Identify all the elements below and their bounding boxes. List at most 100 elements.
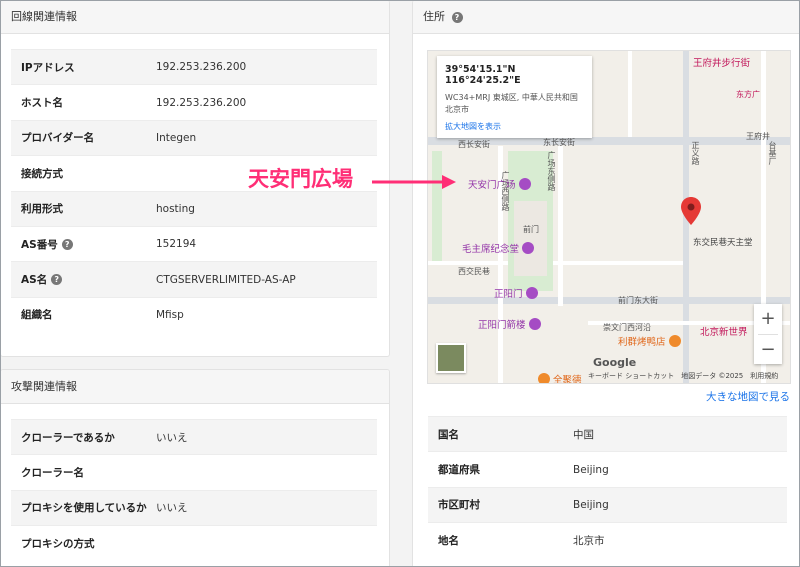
- map-label: 台基厂: [768, 141, 777, 165]
- restaurant-icon: [668, 335, 681, 347]
- map-poi[interactable]: 毛主席纪念堂: [462, 241, 535, 255]
- landmark-icon: [522, 242, 535, 254]
- address-title-bar: 住所 ?: [413, 0, 799, 34]
- google-logo: Google: [593, 356, 637, 369]
- row-value: 192.253.236.200: [156, 61, 247, 74]
- map-road: [428, 261, 683, 265]
- row-value: 152194: [156, 238, 197, 251]
- map-label: 前门东大街: [618, 296, 658, 305]
- annotation-label: 天安門広場: [248, 167, 353, 191]
- map-label: 东长安街: [543, 138, 575, 147]
- row-value: いいえ: [156, 431, 188, 444]
- map-poi[interactable]: 全聚德: [538, 372, 582, 383]
- landmark-icon: [528, 318, 541, 330]
- network-info-title: 回線関連情報: [1, 0, 389, 34]
- map-label: 西长安街: [458, 140, 490, 149]
- table-row: AS番号? 152194: [11, 225, 377, 261]
- row-value: Beijing: [573, 463, 609, 476]
- map-label: 东方广: [736, 90, 760, 99]
- row-key: 市区町村: [438, 499, 480, 512]
- row-key: IPアドレス: [21, 61, 75, 74]
- restaurant-icon: [538, 373, 550, 383]
- annotation-arrow-icon: [372, 175, 456, 189]
- map-poi[interactable]: 正阳门箭楼: [478, 317, 541, 331]
- row-value: 192.253.236.200: [156, 96, 247, 109]
- table-row: プロバイダー名 Integen: [11, 119, 377, 156]
- landmark-icon: [525, 287, 538, 299]
- row-key: プロバイダー名: [21, 132, 95, 145]
- landmark-icon: [518, 178, 531, 190]
- attack-info-card: 攻撃関連情報 クローラーであるか いいえ クローラー名 プロキシを使用しているか…: [0, 369, 390, 567]
- enlarge-map-link[interactable]: 拡大地図を表示: [445, 121, 501, 132]
- table-row: 国名 中国: [428, 416, 787, 452]
- map-poi[interactable]: 利群烤鸭店: [618, 334, 681, 348]
- coordinates-text: 39°54'15.1"N 116°24'25.2"E: [445, 64, 521, 86]
- address-table: 国名 中国 都道府県 Beijing 市区町村 Beijing 地名 北京市: [428, 416, 787, 558]
- big-map-link[interactable]: 大きな地図で見る: [706, 389, 790, 404]
- map-poi[interactable]: 天安门广场: [468, 177, 531, 191]
- map-poi: 王府井步行街: [693, 58, 751, 69]
- row-value: hosting: [156, 202, 195, 215]
- zoom-control: + −: [754, 304, 782, 364]
- row-key: 都道府県: [438, 464, 480, 477]
- row-key: 利用形式: [21, 203, 63, 216]
- question-circle-icon[interactable]: ?: [451, 11, 463, 23]
- row-key: 組織名: [21, 309, 53, 322]
- table-row: クローラー名: [11, 454, 377, 489]
- map-poi[interactable]: 北京新世界: [700, 324, 748, 338]
- map-plaza: [514, 201, 547, 276]
- row-value: Integen: [156, 131, 197, 144]
- map-label: 西交民巷: [458, 267, 490, 276]
- map-embed[interactable]: 西长安街 东长安街 前门 西交民巷 前门东大街 崇文门西河沿 东交民巷天主堂 王…: [427, 50, 791, 384]
- row-value: 北京市: [573, 534, 605, 547]
- table-row: 利用形式 hosting: [11, 190, 377, 226]
- row-key: プロキシを使用しているか: [21, 502, 147, 515]
- map-poi[interactable]: 正阳门: [494, 286, 538, 300]
- row-key: クローラー名: [21, 467, 84, 480]
- row-key: プロキシの方式: [21, 537, 95, 550]
- plus-code-line: 北京市: [445, 105, 469, 114]
- row-value: いいえ: [156, 502, 188, 515]
- plus-code-line: WC34+MRJ 東城区, 中華人民共和国: [445, 93, 578, 102]
- attack-info-table: クローラーであるか いいえ クローラー名 プロキシを使用しているか いいえ プロ…: [11, 419, 377, 561]
- satellite-toggle[interactable]: [436, 343, 466, 373]
- question-circle-icon[interactable]: ?: [51, 274, 63, 286]
- table-row: 都道府県 Beijing: [428, 451, 787, 486]
- table-row: 市区町村 Beijing: [428, 486, 787, 523]
- row-key: 接続方式: [21, 167, 63, 180]
- row-key: AS名: [21, 274, 48, 287]
- map-road: [558, 146, 563, 306]
- row-value: CTGSERVERLIMITED-AS-AP: [156, 273, 296, 286]
- zoom-in-button[interactable]: +: [754, 304, 782, 334]
- table-row: プロキシの方式: [11, 525, 377, 560]
- map-road: [628, 51, 632, 137]
- row-key: 国名: [438, 428, 459, 441]
- row-value: 中国: [573, 428, 594, 441]
- table-row: 組織名 Mfisp: [11, 296, 377, 332]
- map-road: [428, 297, 790, 304]
- table-row: IPアドレス 192.253.236.200: [11, 49, 377, 85]
- row-key: ホスト名: [21, 97, 63, 110]
- map-label: 东交民巷天主堂: [693, 238, 753, 248]
- table-row: AS名? CTGSERVERLIMITED-AS-AP: [11, 261, 377, 297]
- map-label: 前门: [523, 225, 539, 234]
- attack-info-title: 攻撃関連情報: [1, 370, 389, 404]
- table-row: クローラーであるか いいえ: [11, 419, 377, 455]
- address-title: 住所: [423, 10, 445, 23]
- map-label: 正义路: [691, 141, 700, 165]
- map-label: 广场东侧路: [547, 151, 556, 191]
- map-attribution[interactable]: キーボード ショートカット 地図データ ©2025 利用規約: [588, 371, 778, 381]
- row-key: クローラーであるか: [21, 431, 115, 444]
- zoom-out-button[interactable]: −: [754, 335, 782, 365]
- map-park: [432, 151, 442, 261]
- plus-code-text: WC34+MRJ 東城区, 中華人民共和国 北京市: [445, 92, 584, 116]
- row-value: Mfisp: [156, 308, 184, 321]
- table-row: 地名 北京市: [428, 522, 787, 557]
- row-key: AS番号: [21, 238, 58, 251]
- question-circle-icon[interactable]: ?: [61, 238, 73, 250]
- map-label: 崇文门西河沿: [603, 323, 651, 332]
- row-key: 地名: [438, 534, 459, 547]
- row-value: Beijing: [573, 498, 609, 511]
- map-info-box: 39°54'15.1"N 116°24'25.2"E WC34+MRJ 東城区,…: [437, 56, 592, 138]
- table-row: ホスト名 192.253.236.200: [11, 84, 377, 119]
